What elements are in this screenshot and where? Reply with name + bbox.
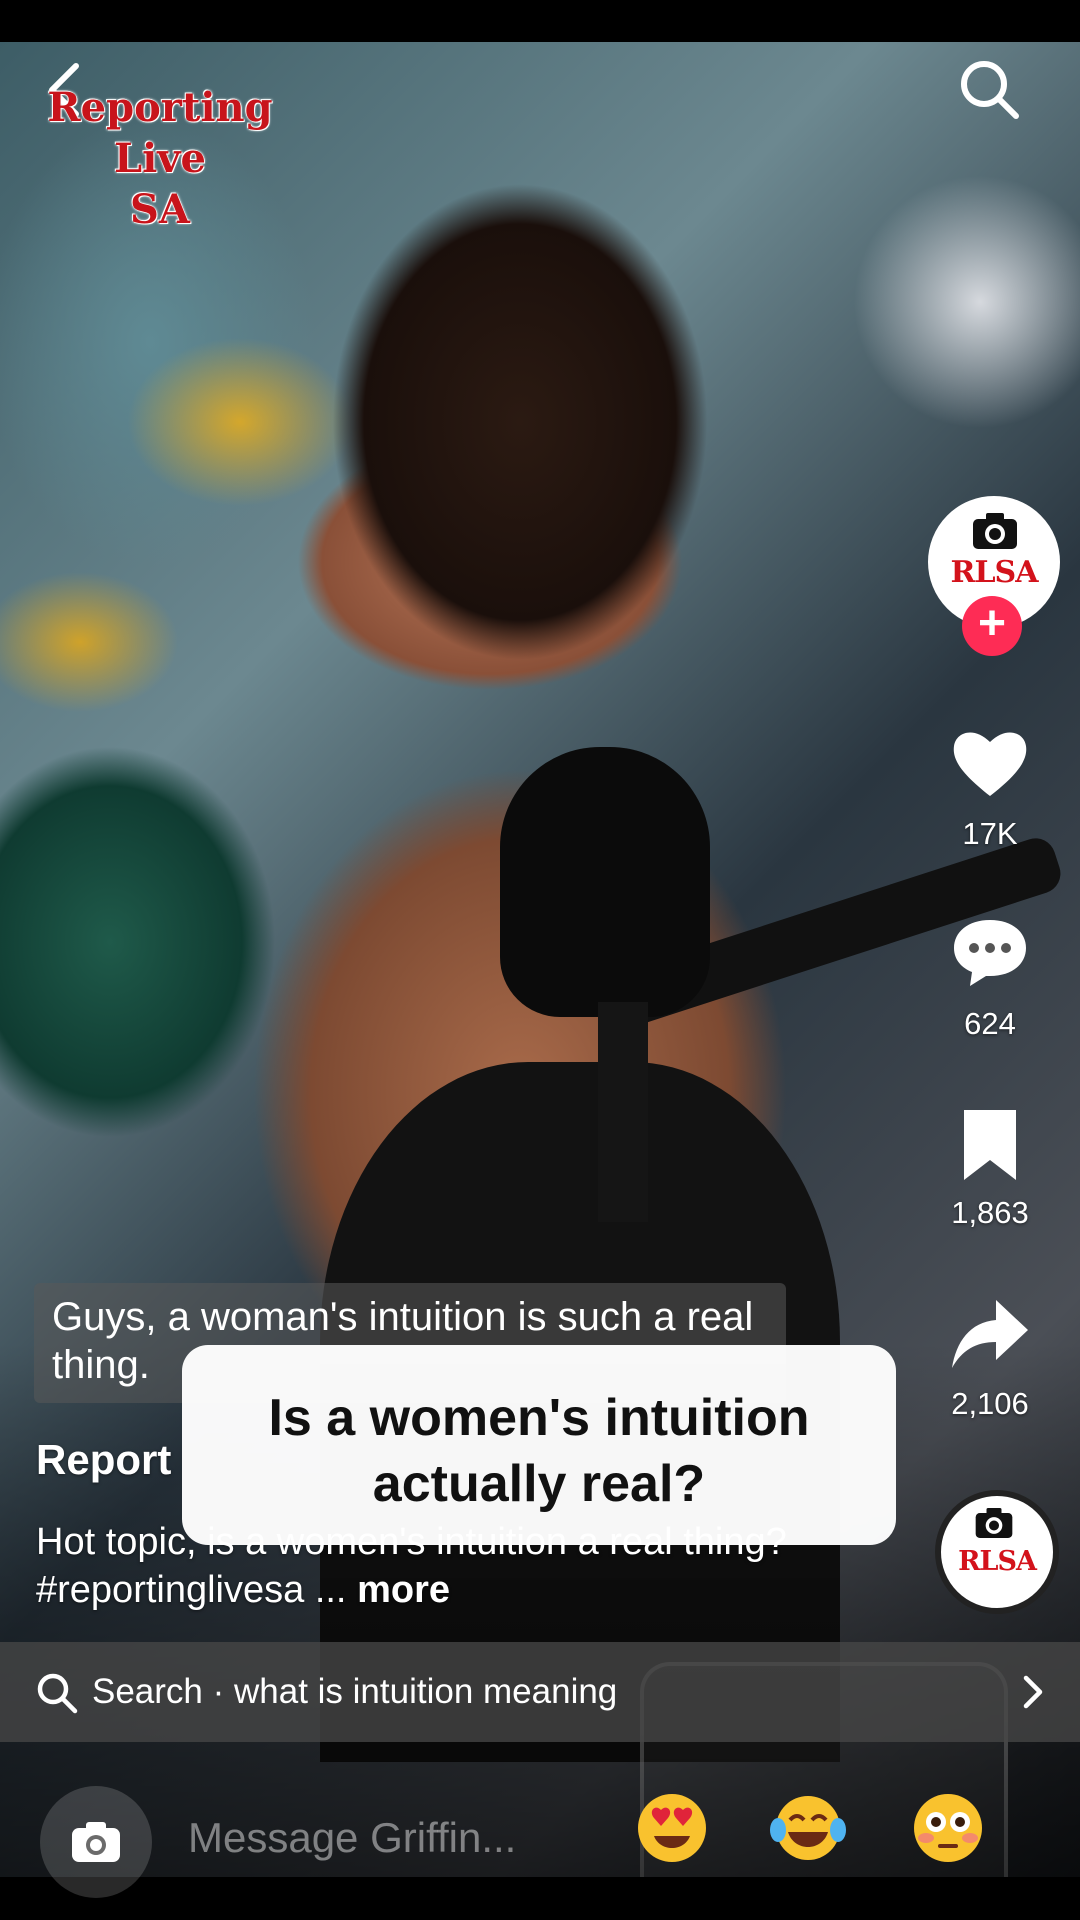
bookmark-icon[interactable] (950, 1104, 1030, 1184)
camera-icon (973, 513, 1017, 549)
microphone (500, 747, 710, 1017)
watermark-line-3: SA (130, 186, 190, 233)
comment-count: 624 (964, 1006, 1016, 1041)
overlay-line-1: Is a women's intuition (268, 1389, 810, 1447)
chevron-right-icon (1023, 1675, 1043, 1709)
watermark-line-2: Live (113, 135, 206, 182)
watermark-line-1: Reporting (47, 84, 273, 131)
message-bar: Message Griffin... (0, 1770, 1080, 1898)
mic-stem (598, 1002, 648, 1222)
related-search-label: Search · what is intuition meaning (92, 1672, 618, 1711)
follow-button[interactable]: + (962, 596, 1022, 656)
channel-watermark: Reporting Live SA (40, 82, 280, 235)
more-link[interactable]: more (357, 1569, 450, 1611)
related-search-bar[interactable]: Search · what is intuition meaning (0, 1642, 1080, 1742)
like-count: 17K (962, 816, 1018, 851)
save-count: 1,863 (951, 1195, 1029, 1230)
overlay-text: Is a women's intuition actually real? (182, 1385, 896, 1517)
text-overlay-card: Is a women's intuition actually real? (182, 1345, 896, 1545)
tears-of-joy-emoji-icon[interactable] (770, 1790, 846, 1866)
overlay-line-2: actually real? (372, 1455, 706, 1513)
message-input[interactable]: Message Griffin... (188, 1814, 516, 1862)
camera-icon (72, 1822, 120, 1862)
music-disc[interactable]: RLSA (935, 1490, 1059, 1614)
avatar-label: RLSA (950, 555, 1039, 590)
heart-icon[interactable] (950, 724, 1030, 804)
heart-eyes-emoji-icon[interactable] (634, 1790, 710, 1866)
status-area (0, 0, 1080, 42)
music-disc-label: RLSA (958, 1546, 1037, 1577)
bottom-edge (0, 1877, 1080, 1920)
search-icon (37, 1673, 78, 1714)
share-icon[interactable] (950, 1294, 1030, 1374)
camera-icon (975, 1508, 1013, 1538)
author-name[interactable]: Report (36, 1436, 171, 1484)
search-icon[interactable] (958, 58, 1020, 120)
comment-icon[interactable] (950, 912, 1030, 992)
camera-button[interactable] (40, 1786, 152, 1898)
flushed-emoji-icon[interactable] (910, 1790, 986, 1866)
share-count: 2,106 (951, 1386, 1029, 1421)
